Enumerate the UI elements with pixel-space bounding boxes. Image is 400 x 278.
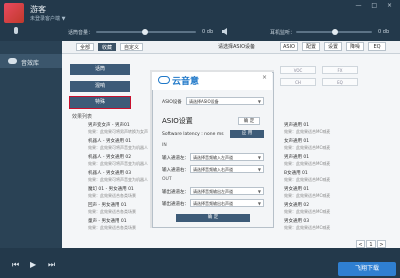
dialog-header <box>152 72 272 90</box>
chevron-down-icon: ▼ <box>257 99 261 104</box>
grid-button-eq[interactable]: EQ <box>322 78 358 86</box>
list-item-desc: 效果：此效果适合MC喊麦 <box>284 193 331 198</box>
user-name: 游客 <box>30 5 46 14</box>
list-item-desc: 效果：此效果适合MC喊麦 <box>284 161 331 166</box>
chevron-down-icon: ▼ <box>257 201 261 206</box>
eq-button[interactable]: EQ <box>368 42 386 51</box>
list-item[interactable]: 机器人 - 男女通用 03 效果：此效果可将声音变为机器人 <box>88 171 148 183</box>
list-item-desc: 效果：此效果适合各类场景 <box>88 225 136 230</box>
list-item[interactable]: 男女通用 01 效果：此效果适合MC喊麦 <box>284 187 330 199</box>
dialog-brand: 云音意 <box>172 77 200 87</box>
input-right-select[interactable]: 请选择音频输入右声道 ▼ <box>190 165 264 173</box>
tab-favorites[interactable]: 收藏 <box>98 43 117 51</box>
cloud-icon <box>8 58 17 64</box>
cloud-logo-icon <box>158 76 170 84</box>
input-right-label: 输入通道右： <box>162 168 189 173</box>
list-item-desc: 效果：此效果适合MC喊麦 <box>284 225 331 230</box>
list-item[interactable]: 男女通用 02 效果：此效果适合MC喊麦 <box>284 203 330 215</box>
output-left-label: 输出通道左： <box>162 190 189 195</box>
avatar[interactable] <box>4 3 24 23</box>
list-item[interactable]: 回声 - 男女通用 01 效果：此效果适合各类场景 <box>88 203 136 215</box>
mic-db-readout: 0 db <box>202 29 214 35</box>
mic-volume-label: 话筒音量： <box>68 30 94 36</box>
list-item[interactable]: 童声 - 男女通用 01 效果：此效果适合各类场景 <box>88 219 136 231</box>
asio-settings-button[interactable]: 确 定 <box>238 117 260 125</box>
window-controls[interactable]: — □ × <box>355 2 396 9</box>
list-item[interactable]: B女通用 01 效果：此效果适合MC喊麦 <box>284 171 330 183</box>
effect-button-special[interactable]: 特殊 <box>69 96 131 109</box>
list-item-desc: 效果：此效果可将声音变为机器人 <box>88 161 148 166</box>
pager-next-button[interactable]: > <box>377 240 386 248</box>
asio-device-value: 请选择ASIO设备 <box>189 99 219 104</box>
monitor-volume-label: 耳机监听： <box>270 30 296 36</box>
asio-settings-title: ASIO设置 <box>162 117 193 125</box>
list-item[interactable]: 女声通用 01 效果：此效果适合MC喊麦 <box>284 139 330 151</box>
latency-label: Software latency : none ms <box>162 132 224 137</box>
login-status[interactable]: 未登录客户端 ▼ <box>30 15 65 22</box>
list-item-desc: 效果：此效果适合MC喊麦 <box>284 177 331 182</box>
asio-device-label: ASIO设备 <box>162 100 182 105</box>
sidebar <box>0 41 62 248</box>
output-right-select[interactable]: 请选择音频输出右声道 ▼ <box>190 199 264 207</box>
play-icon[interactable]: ▶ <box>30 260 36 269</box>
list-item[interactable]: 男女通用 03 效果：此效果适合MC喊麦 <box>284 219 330 231</box>
monitor-db-readout: 0 db <box>378 29 390 35</box>
confirm-button[interactable]: 确 定 <box>176 214 250 222</box>
device-prompt: 请选择ASIO设备 <box>218 44 256 50</box>
next-icon[interactable]: ⏭ <box>48 260 55 270</box>
chevron-down-icon: ▼ <box>257 155 261 160</box>
apply-button[interactable]: 应 用 <box>230 130 264 138</box>
tab-custom[interactable]: 自定义 <box>120 43 144 51</box>
input-left-label: 输入通道左： <box>162 156 189 161</box>
list-item-desc: 效果：此效果适合MC喊麦 <box>284 209 331 214</box>
sidebar-item-label: 音效库 <box>21 60 40 67</box>
mic-volume-knob[interactable] <box>142 29 148 35</box>
asio-button[interactable]: ASIO <box>280 42 298 51</box>
speaker-icon <box>222 28 227 35</box>
list-item-desc: 效果：此效果适合MC喊麦 <box>284 145 331 150</box>
tab-all[interactable]: 全部 <box>76 43 95 51</box>
output-right-value: 请选择音频输出右声道 <box>193 201 233 206</box>
config-button[interactable]: 配置 <box>302 42 320 51</box>
effect-button-mic[interactable]: 话筒 <box>70 64 130 75</box>
close-icon[interactable]: × <box>262 74 267 81</box>
grid-button-ch[interactable]: CH <box>280 78 316 86</box>
grid-button-voc[interactable]: VOC <box>280 66 316 74</box>
input-section-label: IN <box>162 143 167 148</box>
list-item[interactable]: 男声变女声 - 男声01 效果：此效果可将男声转换为女声 <box>88 123 148 135</box>
list-item-desc: 效果：此效果可将男声转换为女声 <box>88 129 148 134</box>
settings-button[interactable]: 设置 <box>324 42 342 51</box>
list-item[interactable]: 机器人 - 男女通用 01 效果：此效果可将声音变为机器人 <box>88 139 148 151</box>
input-left-select[interactable]: 请选择音频输入左声道 ▼ <box>190 153 264 161</box>
list-item[interactable]: 机器人 - 男女通用 02 效果：此效果可将声音变为机器人 <box>88 155 148 167</box>
list-item[interactable]: 男声通用 01 效果：此效果适合MC喊麦 <box>284 123 330 135</box>
watermark-logo: 飞翔下载 <box>338 262 396 276</box>
chevron-down-icon: ▼ <box>257 167 261 172</box>
input-left-value: 请选择音频输入左声道 <box>193 155 233 160</box>
pager-page-number[interactable]: 1 <box>366 240 376 248</box>
list-item[interactable]: 男声通用 01 效果：此效果适合MC喊麦 <box>284 155 330 167</box>
asio-device-select[interactable]: 请选择ASIO设备 ▼ <box>186 97 264 105</box>
output-left-select[interactable]: 请选择音频输出左声道 ▼ <box>190 187 264 195</box>
list-item-desc: 效果：此效果可将声音变为机器人 <box>88 177 148 182</box>
effect-button-reverb[interactable]: 混响 <box>70 81 130 92</box>
list-item-desc: 效果：此效果适合各类场景 <box>88 193 136 198</box>
list-item-desc: 效果：此效果适合各类场景 <box>88 209 136 214</box>
pager-prev-button[interactable]: < <box>356 240 365 248</box>
microphone-icon <box>14 27 18 34</box>
denoise-button[interactable]: 降噪 <box>346 42 364 51</box>
list-item-desc: 效果：此效果可将声音变为机器人 <box>88 145 148 150</box>
output-left-value: 请选择音频输出左声道 <box>193 189 233 194</box>
list-item[interactable]: 魔幻 01 - 男女通用 01 效果：此效果适合各类场景 <box>88 187 136 199</box>
input-right-value: 请选择音频输入右声道 <box>193 167 233 172</box>
list-item-desc: 效果：此效果适合MC喊麦 <box>284 129 331 134</box>
effects-list-title: 效果列表 <box>72 114 93 120</box>
grid-button-fx[interactable]: FX <box>322 66 358 74</box>
output-section-label: OUT <box>162 177 172 182</box>
output-right-label: 输出通道右： <box>162 202 189 207</box>
chevron-down-icon: ▼ <box>257 189 261 194</box>
previous-icon[interactable]: ⏮ <box>12 260 19 270</box>
monitor-volume-knob[interactable] <box>332 29 338 35</box>
